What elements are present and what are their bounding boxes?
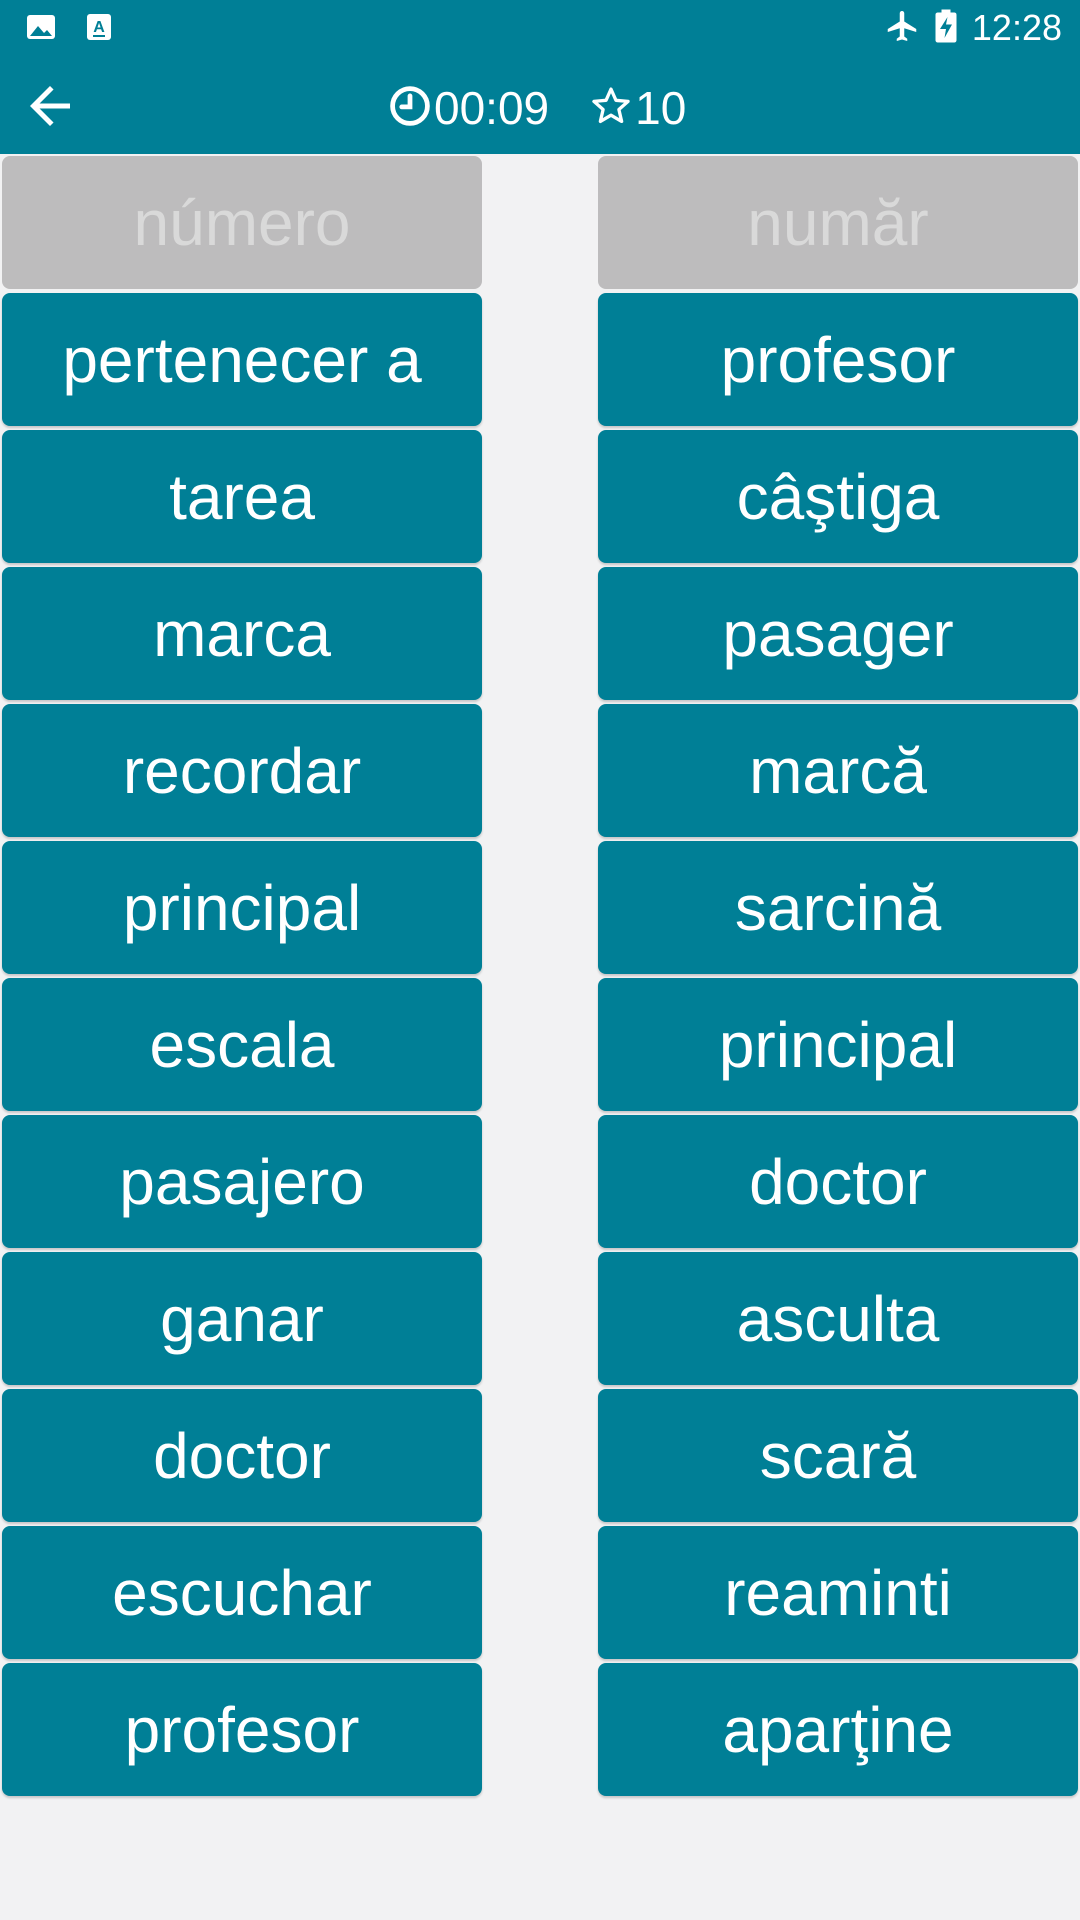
left-word-tile[interactable]: pertenecer a: [2, 293, 482, 426]
right-word-tile[interactable]: aparţine: [598, 1663, 1078, 1796]
game-stats: 00:09 10: [388, 78, 686, 138]
left-word-label: pertenecer a: [62, 323, 422, 396]
right-word-label: număr: [747, 186, 929, 259]
right-word-label: pasager: [722, 597, 954, 670]
right-word-label: principal: [718, 1008, 958, 1081]
left-word-label: escala: [149, 1008, 335, 1081]
right-word-tile[interactable]: doctor: [598, 1115, 1078, 1248]
timer-value: 00:09: [434, 82, 550, 134]
right-word-tile[interactable]: reaminti: [598, 1526, 1078, 1659]
left-word-label: recordar: [122, 734, 362, 807]
timer: 00:09: [388, 78, 549, 138]
left-word-label: principal: [122, 871, 362, 944]
right-word-tile[interactable]: profesor: [598, 293, 1078, 426]
svg-text:A: A: [93, 19, 105, 36]
right-word-label: reaminti: [724, 1556, 952, 1629]
right-word-tile[interactable]: asculta: [598, 1252, 1078, 1385]
source-language-column: número pertenecer a tarea marca recordar prin…: [2, 156, 482, 1800]
target-language-column: număr profesor câştiga pasager marcă sarcină p…: [598, 156, 1078, 1800]
right-word-label: aparţine: [722, 1693, 954, 1766]
battery-charging-icon: [934, 8, 958, 49]
status-time: 12:28: [971, 7, 1062, 48]
status-bar: A 12:28: [0, 0, 1080, 56]
right-word-label: sarcină: [734, 871, 942, 944]
image-icon: [26, 12, 56, 47]
font-download-icon: A: [86, 12, 112, 47]
right-word-tile: număr: [598, 156, 1078, 289]
right-word-label: marcă: [749, 734, 927, 807]
left-word-tile[interactable]: escuchar: [2, 1526, 482, 1659]
right-word-tile[interactable]: principal: [598, 978, 1078, 1111]
right-word-label: scară: [759, 1419, 917, 1492]
score: 10: [589, 78, 686, 138]
back-button[interactable]: [14, 72, 86, 144]
right-word-label: profesor: [720, 323, 956, 396]
left-word-tile[interactable]: tarea: [2, 430, 482, 563]
right-word-tile[interactable]: câştiga: [598, 430, 1078, 563]
left-word-label: pasajero: [119, 1145, 365, 1218]
left-word-tile[interactable]: escala: [2, 978, 482, 1111]
left-word-label: escuchar: [112, 1556, 372, 1629]
left-word-tile[interactable]: profesor: [2, 1663, 482, 1796]
right-word-tile[interactable]: pasager: [598, 567, 1078, 700]
app-bar: 00:09 10: [0, 56, 1080, 154]
left-word-tile: número: [2, 156, 482, 289]
status-right: 12:28: [884, 6, 1062, 50]
left-word-tile[interactable]: marca: [2, 567, 482, 700]
left-word-label: número: [133, 186, 351, 259]
left-word-label: doctor: [153, 1419, 331, 1492]
right-word-tile[interactable]: sarcină: [598, 841, 1078, 974]
left-word-tile[interactable]: doctor: [2, 1389, 482, 1522]
arrow-back-icon: [20, 76, 80, 141]
airplane-mode-icon: [884, 8, 920, 49]
left-word-tile[interactable]: recordar: [2, 704, 482, 837]
score-value: 10: [635, 82, 687, 134]
clock-icon: [388, 84, 432, 133]
left-word-label: profesor: [124, 1693, 360, 1766]
right-word-tile[interactable]: scară: [598, 1389, 1078, 1522]
left-word-tile[interactable]: principal: [2, 841, 482, 974]
right-word-label: câştiga: [736, 460, 940, 533]
right-word-label: asculta: [736, 1282, 940, 1355]
right-word-tile[interactable]: marcă: [598, 704, 1078, 837]
left-word-label: ganar: [160, 1282, 324, 1355]
left-word-label: tarea: [169, 460, 315, 533]
star-outline-icon: [589, 84, 633, 133]
status-left-icons: A: [26, 12, 112, 47]
left-word-label: marca: [153, 597, 331, 670]
right-word-label: doctor: [749, 1145, 927, 1218]
left-word-tile[interactable]: pasajero: [2, 1115, 482, 1248]
left-word-tile[interactable]: ganar: [2, 1252, 482, 1385]
